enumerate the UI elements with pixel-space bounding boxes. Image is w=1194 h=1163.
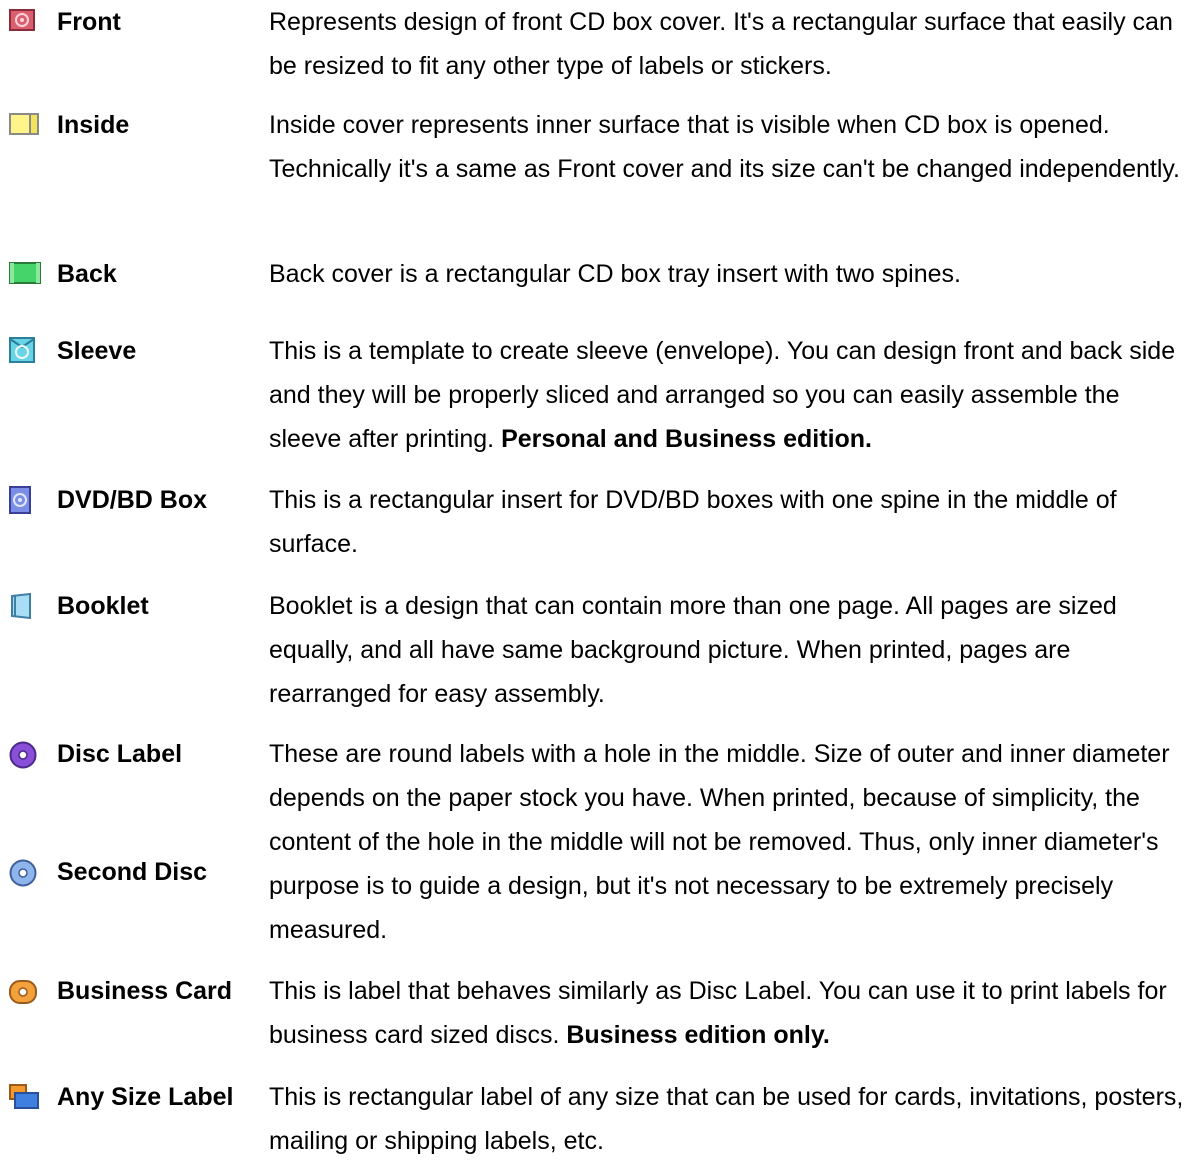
description: This is a rectangular insert for DVD/BD … — [269, 486, 1117, 558]
edition-note: Business edition only. — [566, 1021, 830, 1049]
term-label: Business Card — [57, 977, 233, 1005]
description: Inside cover represents inner surface th… — [269, 111, 1180, 183]
term-label-second-disc: Second Disc — [57, 858, 208, 886]
description: This is rectangular label of any size th… — [269, 1083, 1184, 1155]
term-label: Front — [57, 8, 121, 36]
business-card-icon — [9, 978, 37, 1006]
description: These are round labels with a hole in th… — [269, 740, 1170, 944]
term-label: Back — [57, 260, 117, 288]
description: Booklet is a design that can contain mor… — [269, 592, 1117, 708]
front-cover-icon — [9, 9, 35, 31]
disc-label-icon — [9, 741, 37, 769]
back-cover-icon — [9, 262, 41, 284]
term-label: Disc Label — [57, 740, 183, 768]
inside-cover-icon — [9, 113, 39, 135]
description: This is a template to create sleeve (env… — [269, 337, 1176, 453]
term-label: Booklet — [57, 592, 149, 620]
description: Represents design of front CD box cover.… — [269, 8, 1173, 80]
dvd-bd-box-icon — [9, 486, 31, 514]
description: This is label that behaves similarly as … — [269, 977, 1167, 1049]
edition-note: Personal and Business edition. — [501, 425, 873, 453]
any-size-label-icon — [9, 1084, 39, 1110]
sleeve-icon — [9, 337, 35, 363]
term-label: Sleeve — [57, 337, 137, 365]
term-label: Inside — [57, 111, 130, 139]
booklet-icon — [9, 593, 33, 619]
description: Back cover is a rectangular CD box tray … — [269, 260, 961, 288]
term-label: DVD/BD Box — [57, 486, 208, 514]
label-types-list: Front Represents design of front CD box … — [0, 0, 1194, 1155]
second-disc-icon — [9, 859, 37, 887]
term-label: Any Size Label — [57, 1083, 234, 1111]
